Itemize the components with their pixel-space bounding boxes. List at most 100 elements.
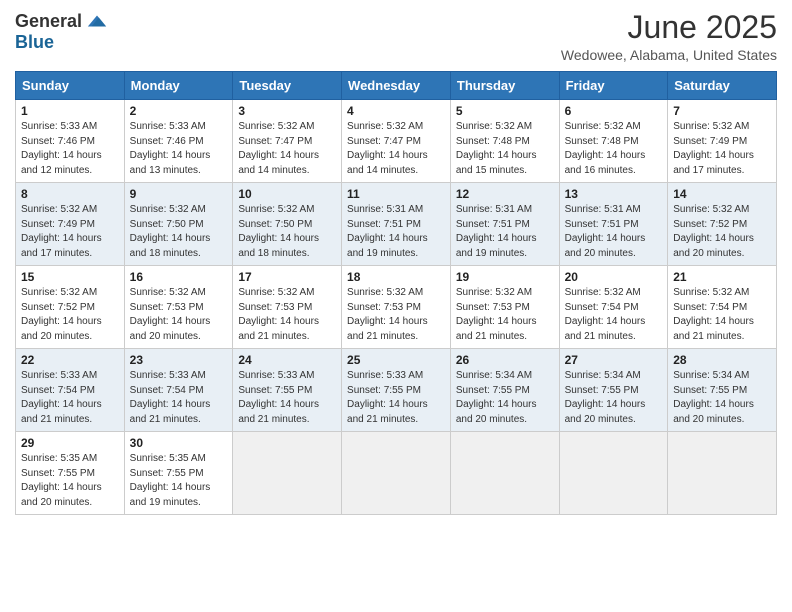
- day-number: 19: [456, 270, 554, 284]
- day-number: 28: [673, 353, 771, 367]
- calendar-cell: 25 Sunrise: 5:33 AMSunset: 7:55 PMDayligh…: [342, 349, 451, 432]
- weekday-header-thursday: Thursday: [450, 72, 559, 100]
- day-info: Sunrise: 5:32 AMSunset: 7:49 PMDaylight:…: [21, 203, 119, 261]
- header: General Blue June 2025 Wedowee, Alabama,…: [15, 10, 777, 63]
- calendar-cell: [342, 432, 451, 515]
- day-info: Sunrise: 5:32 AMSunset: 7:53 PMDaylight:…: [347, 286, 445, 344]
- day-info: Sunrise: 5:32 AMSunset: 7:52 PMDaylight:…: [21, 286, 119, 344]
- day-info: Sunrise: 5:32 AMSunset: 7:50 PMDaylight:…: [130, 203, 228, 261]
- logo-blue-text: Blue: [15, 32, 54, 53]
- calendar-cell: 22 Sunrise: 5:33 AMSunset: 7:54 PMDayligh…: [16, 349, 125, 432]
- day-number: 7: [673, 104, 771, 118]
- day-info: Sunrise: 5:32 AMSunset: 7:48 PMDaylight:…: [456, 120, 554, 178]
- day-info: Sunrise: 5:32 AMSunset: 7:47 PMDaylight:…: [238, 120, 336, 178]
- day-info: Sunrise: 5:35 AMSunset: 7:55 PMDaylight:…: [21, 452, 119, 510]
- day-info: Sunrise: 5:34 AMSunset: 7:55 PMDaylight:…: [673, 369, 771, 427]
- weekday-header-wednesday: Wednesday: [342, 72, 451, 100]
- day-number: 22: [21, 353, 119, 367]
- calendar-cell: [233, 432, 342, 515]
- day-info: Sunrise: 5:32 AMSunset: 7:49 PMDaylight:…: [673, 120, 771, 178]
- day-number: 13: [565, 187, 663, 201]
- day-number: 16: [130, 270, 228, 284]
- calendar-cell: [668, 432, 777, 515]
- day-number: 26: [456, 353, 554, 367]
- day-number: 4: [347, 104, 445, 118]
- day-info: Sunrise: 5:32 AMSunset: 7:54 PMDaylight:…: [565, 286, 663, 344]
- calendar-cell: 30 Sunrise: 5:35 AMSunset: 7:55 PMDayligh…: [124, 432, 233, 515]
- title-block: June 2025 Wedowee, Alabama, United State…: [561, 10, 777, 63]
- day-info: Sunrise: 5:32 AMSunset: 7:53 PMDaylight:…: [130, 286, 228, 344]
- calendar-week-row: 22 Sunrise: 5:33 AMSunset: 7:54 PMDayligh…: [16, 349, 777, 432]
- calendar-week-row: 1 Sunrise: 5:33 AMSunset: 7:46 PMDaylight…: [16, 100, 777, 183]
- day-info: Sunrise: 5:31 AMSunset: 7:51 PMDaylight:…: [347, 203, 445, 261]
- day-number: 20: [565, 270, 663, 284]
- day-info: Sunrise: 5:32 AMSunset: 7:54 PMDaylight:…: [673, 286, 771, 344]
- day-number: 24: [238, 353, 336, 367]
- calendar-cell: 18 Sunrise: 5:32 AMSunset: 7:53 PMDayligh…: [342, 266, 451, 349]
- calendar-cell: 15Sunrise: 5:32 AMSunset: 7:52 PMDayligh…: [16, 266, 125, 349]
- calendar-table: SundayMondayTuesdayWednesdayThursdayFrid…: [15, 71, 777, 515]
- calendar-cell: 20 Sunrise: 5:32 AMSunset: 7:54 PMDayligh…: [559, 266, 668, 349]
- day-number: 6: [565, 104, 663, 118]
- calendar-cell: 6 Sunrise: 5:32 AMSunset: 7:48 PMDaylight…: [559, 100, 668, 183]
- calendar-cell: 5Sunrise: 5:32 AMSunset: 7:48 PMDaylight…: [450, 100, 559, 183]
- weekday-header-tuesday: Tuesday: [233, 72, 342, 100]
- day-number: 18: [347, 270, 445, 284]
- day-number: 23: [130, 353, 228, 367]
- day-number: 11: [347, 187, 445, 201]
- day-info: Sunrise: 5:33 AMSunset: 7:54 PMDaylight:…: [21, 369, 119, 427]
- day-number: 10: [238, 187, 336, 201]
- day-info: Sunrise: 5:33 AMSunset: 7:54 PMDaylight:…: [130, 369, 228, 427]
- day-info: Sunrise: 5:33 AMSunset: 7:55 PMDaylight:…: [347, 369, 445, 427]
- calendar-cell: 27 Sunrise: 5:34 AMSunset: 7:55 PMDayligh…: [559, 349, 668, 432]
- logo-icon: [86, 10, 108, 32]
- calendar-cell: 7 Sunrise: 5:32 AMSunset: 7:49 PMDaylight…: [668, 100, 777, 183]
- day-info: Sunrise: 5:32 AMSunset: 7:53 PMDaylight:…: [456, 286, 554, 344]
- logo: General Blue: [15, 10, 108, 53]
- calendar-cell: 29Sunrise: 5:35 AMSunset: 7:55 PMDayligh…: [16, 432, 125, 515]
- calendar-cell: [450, 432, 559, 515]
- day-info: Sunrise: 5:32 AMSunset: 7:47 PMDaylight:…: [347, 120, 445, 178]
- day-info: Sunrise: 5:32 AMSunset: 7:52 PMDaylight:…: [673, 203, 771, 261]
- day-number: 17: [238, 270, 336, 284]
- day-info: Sunrise: 5:33 AMSunset: 7:46 PMDaylight:…: [21, 120, 119, 178]
- calendar-cell: 26Sunrise: 5:34 AMSunset: 7:55 PMDayligh…: [450, 349, 559, 432]
- calendar-cell: 19 Sunrise: 5:32 AMSunset: 7:53 PMDayligh…: [450, 266, 559, 349]
- day-number: 27: [565, 353, 663, 367]
- day-info: Sunrise: 5:31 AMSunset: 7:51 PMDaylight:…: [565, 203, 663, 261]
- calendar-week-row: 29Sunrise: 5:35 AMSunset: 7:55 PMDayligh…: [16, 432, 777, 515]
- subtitle: Wedowee, Alabama, United States: [561, 47, 777, 63]
- day-number: 14: [673, 187, 771, 201]
- calendar-cell: 8 Sunrise: 5:32 AMSunset: 7:49 PMDaylight…: [16, 183, 125, 266]
- calendar-cell: 23 Sunrise: 5:33 AMSunset: 7:54 PMDayligh…: [124, 349, 233, 432]
- day-info: Sunrise: 5:33 AMSunset: 7:55 PMDaylight:…: [238, 369, 336, 427]
- calendar-cell: 17 Sunrise: 5:32 AMSunset: 7:53 PMDayligh…: [233, 266, 342, 349]
- day-info: Sunrise: 5:31 AMSunset: 7:51 PMDaylight:…: [456, 203, 554, 261]
- day-number: 1: [21, 104, 119, 118]
- day-info: Sunrise: 5:34 AMSunset: 7:55 PMDaylight:…: [565, 369, 663, 427]
- day-number: 3: [238, 104, 336, 118]
- day-info: Sunrise: 5:35 AMSunset: 7:55 PMDaylight:…: [130, 452, 228, 510]
- weekday-header-monday: Monday: [124, 72, 233, 100]
- page: General Blue June 2025 Wedowee, Alabama,…: [0, 0, 792, 612]
- calendar-cell: 12 Sunrise: 5:31 AMSunset: 7:51 PMDayligh…: [450, 183, 559, 266]
- day-info: Sunrise: 5:33 AMSunset: 7:46 PMDaylight:…: [130, 120, 228, 178]
- day-info: Sunrise: 5:32 AMSunset: 7:53 PMDaylight:…: [238, 286, 336, 344]
- weekday-header-saturday: Saturday: [668, 72, 777, 100]
- calendar-week-row: 8 Sunrise: 5:32 AMSunset: 7:49 PMDaylight…: [16, 183, 777, 266]
- day-info: Sunrise: 5:32 AMSunset: 7:48 PMDaylight:…: [565, 120, 663, 178]
- calendar-cell: 14 Sunrise: 5:32 AMSunset: 7:52 PMDayligh…: [668, 183, 777, 266]
- calendar-cell: 24 Sunrise: 5:33 AMSunset: 7:55 PMDayligh…: [233, 349, 342, 432]
- weekday-header-sunday: Sunday: [16, 72, 125, 100]
- calendar-cell: 13 Sunrise: 5:31 AMSunset: 7:51 PMDayligh…: [559, 183, 668, 266]
- weekday-header-row: SundayMondayTuesdayWednesdayThursdayFrid…: [16, 72, 777, 100]
- logo-text: General: [15, 10, 108, 32]
- day-number: 8: [21, 187, 119, 201]
- day-number: 30: [130, 436, 228, 450]
- weekday-header-friday: Friday: [559, 72, 668, 100]
- calendar-cell: 2Sunrise: 5:33 AMSunset: 7:46 PMDaylight…: [124, 100, 233, 183]
- day-number: 25: [347, 353, 445, 367]
- day-number: 12: [456, 187, 554, 201]
- calendar-cell: 16 Sunrise: 5:32 AMSunset: 7:53 PMDayligh…: [124, 266, 233, 349]
- calendar-cell: [559, 432, 668, 515]
